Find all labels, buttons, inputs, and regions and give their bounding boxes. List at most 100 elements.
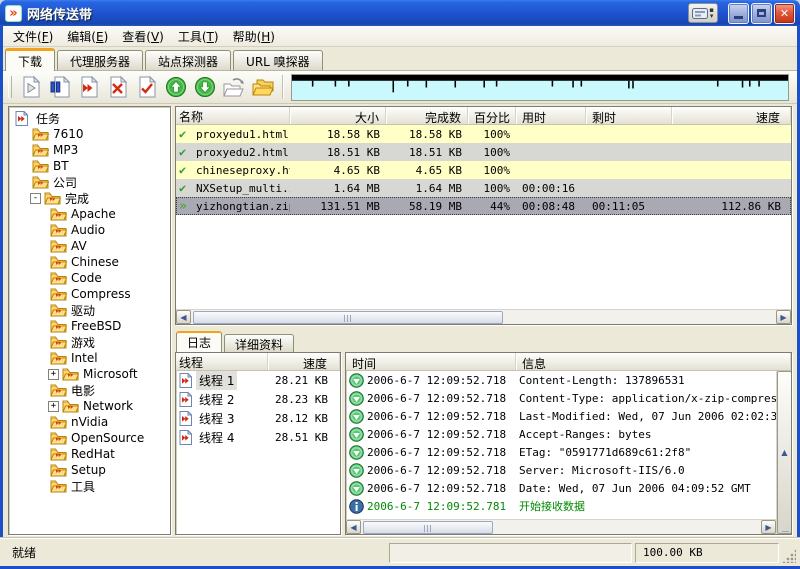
log-row[interactable]: 2006-6-7 12:09:52.718 ETag: "0591771d689… [346,443,776,461]
tree-item[interactable]: + Network [9,398,170,414]
menu-item[interactable]: 工具(T) [171,26,226,47]
toolbar-grip[interactable] [8,76,12,98]
tree-item[interactable]: - 完成 [9,190,170,206]
titlebar[interactable]: » 网络传送带 ▪ ▾ ✕ [0,0,800,26]
main-tab[interactable]: URL 嗅探器 [233,50,323,70]
drop-zone-button[interactable]: ▪ ▾ [688,3,718,23]
scroll-thumb[interactable] [363,521,493,534]
tree-item[interactable]: AV [9,238,170,254]
tree-expander[interactable]: + [48,400,59,412]
log-list-hscrollbar[interactable]: ◀ ▶ [346,519,776,534]
tree-item[interactable]: OpenSource [9,430,170,446]
finish-task-button[interactable] [132,74,161,101]
tree-item-label: Intel [71,351,98,365]
tree-item[interactable]: Chinese [9,254,170,270]
column-header-remaining[interactable]: 剩时 [586,107,672,124]
scroll-right-button[interactable]: ▶ [776,310,791,324]
column-header-time[interactable]: 时间 [346,353,516,370]
tree-item[interactable]: Apache [9,206,170,222]
tree-item[interactable]: 游戏 [9,334,170,350]
tree-item[interactable]: Intel [9,350,170,366]
pause-task-button[interactable] [45,74,74,101]
download-row[interactable]: ✔ » NXSetup_multi.zip 1.64 MB 1.64 MB 10… [176,179,791,197]
tree-item[interactable]: nVidia [9,414,170,430]
log-row[interactable]: 2006-6-7 12:09:52.718 Date: Wed, 07 Jun … [346,479,776,497]
tree-item[interactable]: 7610 [9,126,170,142]
tree-item[interactable]: BT [9,158,170,174]
log-row[interactable]: 2006-6-7 12:09:52.781 开始接收数据 [346,497,776,515]
tree-item[interactable]: 任务 [9,110,170,126]
download-row[interactable]: ✔ » chineseproxy.htm 4.65 KB 4.65 KB 100… [176,161,791,179]
main-tab[interactable]: 站点探测器 [145,50,232,70]
thread-row[interactable]: 线程 2 28.23 KB [176,390,340,409]
download-list-hscrollbar[interactable]: ◀ ▶ [176,309,791,324]
column-header-thread[interactable]: 线程 [176,353,268,370]
log-row[interactable]: 2006-6-7 12:09:52.718 Content-Length: 13… [346,371,776,389]
column-header-percent[interactable]: 百分比 [468,107,516,124]
tree-item[interactable]: MP3 [9,142,170,158]
column-header-done[interactable]: 完成数 [386,107,468,124]
open-folder-button[interactable] [248,74,277,101]
column-header-name[interactable]: 名称 [176,107,290,124]
column-header-thread-speed[interactable]: 速度 [268,353,340,370]
tree-item[interactable]: 驱动 [9,302,170,318]
log-row[interactable]: 2006-6-7 12:09:52.718 Server: Microsoft-… [346,461,776,479]
menu-item[interactable]: 查看(V) [115,26,171,47]
tree-item[interactable]: FreeBSD [9,318,170,334]
scroll-left-button[interactable]: ◀ [346,520,361,534]
folder-icon [50,288,67,300]
scroll-thumb[interactable] [782,531,789,534]
tree-expander[interactable]: - [30,192,41,204]
menu-item[interactable]: 文件(F) [6,26,60,47]
tree-item[interactable]: Audio [9,222,170,238]
log-row[interactable]: 2006-6-7 12:09:52.718 Last-Modified: Wed… [346,407,776,425]
scroll-up-button[interactable]: ▲ [777,371,791,534]
download-row[interactable]: ✔ » proxyedu2.html 18.51 KB 18.51 KB 100… [176,143,791,161]
column-header-size[interactable]: 大小 [290,107,386,124]
tree-item[interactable]: RedHat [9,446,170,462]
download-speed: 112.86 KB [721,199,781,213]
thread-row[interactable]: 线程 4 28.51 KB [176,428,340,447]
move-down-button[interactable] [190,74,219,101]
scroll-thumb[interactable] [193,311,503,324]
download-row[interactable]: ✔ » yizhongtian.zip 131.51 MB 58.19 MB 4… [176,197,791,215]
thread-row[interactable]: 线程 3 28.12 KB [176,409,340,428]
right-column: 名称 大小 完成数 百分比 用时 剩时 速度 ✔ » [175,106,792,535]
start-task-button[interactable] [74,74,103,101]
bottom-tab[interactable]: 日志 [176,331,223,352]
download-row[interactable]: ✔ » proxyedu1.html 18.58 KB 18.58 KB 100… [176,125,791,143]
tree-item[interactable]: Setup [9,462,170,478]
open-file-button[interactable] [219,74,248,101]
minimize-button[interactable] [728,2,749,24]
scroll-right-button[interactable]: ▶ [761,520,776,534]
delete-task-button[interactable] [103,74,132,101]
thread-row[interactable]: 线程 1 28.21 KB [176,371,340,390]
column-header-speed[interactable]: 速度 [672,107,791,124]
main-tab[interactable]: 代理服务器 [57,50,144,70]
scroll-left-button[interactable]: ◀ [176,310,191,324]
column-header-elapsed[interactable]: 用时 [516,107,586,124]
column-header-message[interactable]: 信息 [516,353,791,370]
log-list-vscrollbar[interactable]: ▲ ▼ [776,371,791,534]
menu-item[interactable]: 编辑(E) [60,26,115,47]
download-list-empty-area [176,215,791,309]
completed-amount: 18.58 KB [409,127,462,141]
tree-item[interactable]: Compress [9,286,170,302]
bottom-tab[interactable]: 详细资料 [224,334,295,352]
resize-grip-icon[interactable] [782,549,796,563]
move-up-button[interactable] [161,74,190,101]
tree-item[interactable]: 工具 [9,478,170,494]
menu-item[interactable]: 帮助(H) [226,26,282,47]
tree-item[interactable]: Code [9,270,170,286]
log-row[interactable]: 2006-6-7 12:09:52.718 Accept-Ranges: byt… [346,425,776,443]
close-button[interactable]: ✕ [774,2,795,24]
tree-item[interactable]: + Microsoft [9,366,170,382]
tree-item[interactable]: 电影 [9,382,170,398]
maximize-button[interactable] [751,2,772,24]
completed-amount: 1.64 MB [415,181,462,195]
main-tab[interactable]: 下载 [5,48,56,71]
new-task-button[interactable] [16,74,45,101]
log-row[interactable]: 2006-6-7 12:09:52.718 Content-Type: appl… [346,389,776,407]
tree-item[interactable]: 公司 [9,174,170,190]
tree-expander[interactable]: + [48,368,59,380]
